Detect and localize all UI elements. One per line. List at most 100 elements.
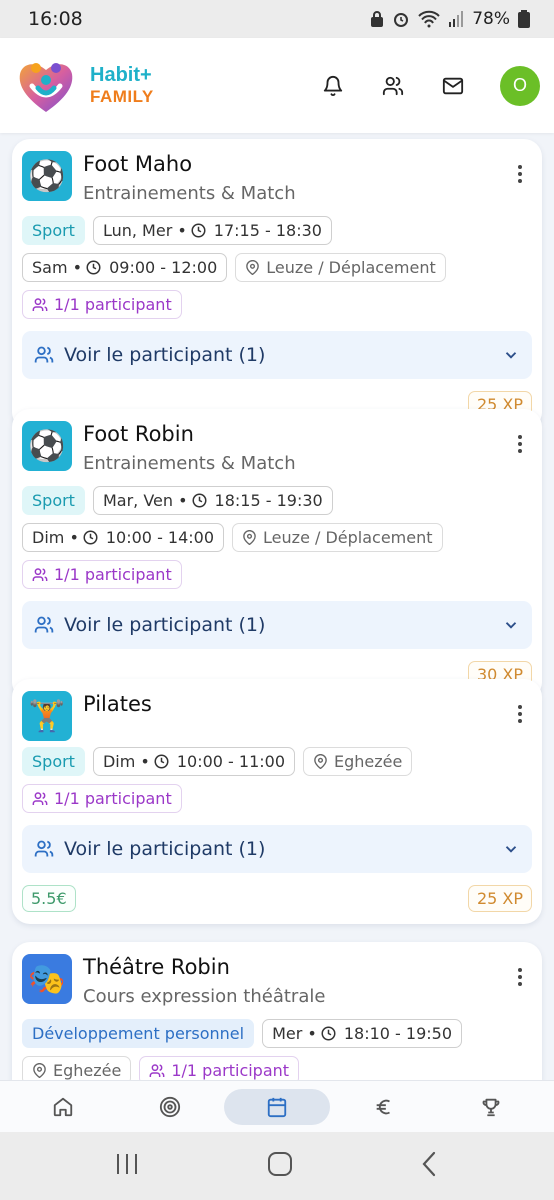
recent-apps-button[interactable] — [114, 1152, 140, 1180]
more-options-button[interactable] — [508, 429, 532, 459]
bell-icon — [323, 75, 343, 96]
bottom-navigation — [0, 1080, 554, 1132]
status-time: 16:08 — [28, 8, 83, 30]
users-icon — [32, 791, 48, 805]
nav-calendar[interactable] — [223, 1088, 330, 1125]
brand-line-1: Habit+ — [90, 64, 152, 87]
participant-count-tag: 1/1 participant — [22, 560, 182, 589]
users-icon — [382, 76, 404, 95]
messages-button[interactable] — [440, 73, 466, 99]
lock-icon — [371, 11, 384, 27]
participant-count-tag: 1/1 participant — [139, 1056, 300, 1080]
recent-apps-icon — [116, 1154, 137, 1174]
nav-home[interactable] — [10, 1089, 116, 1125]
weightlifter-icon: 🏋 — [22, 691, 72, 741]
participant-count: 1/1 participant — [54, 565, 172, 584]
schedule-days: Mer • — [272, 1024, 317, 1043]
map-pin-icon — [314, 754, 327, 769]
back-icon — [422, 1151, 436, 1177]
activity-title: Foot Maho — [83, 152, 193, 176]
signal-icon — [449, 11, 464, 27]
chevron-down-icon — [505, 622, 517, 629]
schedule-days: Mar, Ven • — [102, 491, 188, 510]
more-options-button[interactable] — [508, 962, 532, 992]
activity-title: Pilates — [83, 692, 152, 716]
activity-title: Théâtre Robin — [83, 955, 230, 979]
home-icon — [54, 1097, 73, 1116]
users-icon — [34, 840, 54, 857]
clock-icon — [321, 1026, 336, 1041]
participant-count-tag: 1/1 participant — [22, 784, 182, 813]
family-button[interactable] — [380, 73, 406, 99]
schedule-tag: Dim • 10:00 - 14:00 — [22, 523, 225, 552]
logo-heart-icon — [19, 62, 73, 112]
location-tag: Leuze / Déplacement — [232, 523, 443, 552]
more-options-button[interactable] — [508, 699, 532, 729]
battery-level: 78% — [472, 9, 510, 29]
location-tag: Eghezée — [22, 1056, 132, 1080]
schedule-tag: Sam • 09:00 - 12:00 — [22, 253, 228, 282]
users-icon — [32, 297, 48, 311]
activity-list[interactable]: ⚽ Foot Maho Entrainements & Match Sport … — [0, 133, 554, 1080]
alarm-icon — [394, 13, 409, 27]
schedule-hours: 10:00 - 11:00 — [176, 752, 285, 771]
schedule-tag: Mar, Ven • 18:15 - 19:30 — [92, 486, 333, 515]
location-tag: Leuze / Déplacement — [235, 253, 446, 282]
clock-icon — [192, 493, 207, 508]
target-icon — [160, 1096, 181, 1117]
chevron-down-icon — [505, 846, 517, 853]
user-avatar[interactable]: O — [500, 65, 540, 106]
activity-card[interactable]: ⚽ Foot Maho Entrainements & Match Sport … — [12, 139, 542, 430]
activity-title: Foot Robin — [83, 422, 194, 446]
schedule-hours: 18:15 - 19:30 — [214, 491, 323, 510]
activity-card[interactable]: 🏋 Pilates Sport Dim • 10:00 - 11:00 Eghe… — [12, 679, 542, 924]
category-tag: Sport — [22, 216, 85, 245]
participant-count: 1/1 participant — [54, 295, 172, 314]
chevron-down-icon — [505, 352, 517, 359]
notifications-button[interactable] — [320, 73, 346, 99]
clock-icon — [154, 754, 169, 769]
schedule-tag: Dim • 10:00 - 11:00 — [92, 747, 295, 776]
schedule-hours: 17:15 - 18:30 — [213, 221, 322, 240]
activity-subtitle: Entrainements & Match — [83, 453, 296, 474]
schedule-hours: 09:00 - 12:00 — [109, 258, 218, 277]
nav-goals[interactable] — [117, 1089, 223, 1125]
trophy-icon — [482, 1098, 499, 1116]
schedule-tag: Lun, Mer • 17:15 - 18:30 — [92, 216, 332, 245]
clock-icon — [86, 260, 101, 275]
schedule-days: Lun, Mer • — [102, 221, 187, 240]
participants-toggle[interactable]: Voir le participant (1) — [22, 825, 532, 873]
status-icons: 78% — [370, 9, 530, 29]
battery-icon — [518, 10, 530, 28]
activity-card[interactable]: 🎭 Théâtre Robin Cours expression théâtra… — [12, 942, 542, 1080]
nav-rewards[interactable] — [438, 1089, 544, 1125]
participants-toggle-label: Voir le participant (1) — [64, 838, 266, 860]
xp-badge: 25 XP — [467, 885, 532, 912]
schedule-days: Dim • — [102, 752, 150, 771]
app-logo[interactable] — [14, 54, 78, 118]
users-icon — [32, 567, 48, 581]
participants-toggle[interactable]: Voir le participant (1) — [22, 601, 532, 649]
nav-money[interactable] — [331, 1089, 437, 1125]
map-pin-icon — [33, 1063, 46, 1078]
home-square-icon — [267, 1152, 292, 1176]
soccer-ball-icon: ⚽ — [22, 151, 72, 201]
participant-count: 1/1 participant — [54, 789, 172, 808]
activity-card[interactable]: ⚽ Foot Robin Entrainements & Match Sport… — [12, 409, 542, 700]
home-system-button[interactable] — [267, 1151, 293, 1181]
back-button[interactable] — [420, 1151, 440, 1181]
participant-count-tag: 1/1 participant — [22, 290, 182, 319]
app-header: Habit+ FAMILY O — [0, 38, 554, 133]
participants-toggle[interactable]: Voir le participant (1) — [22, 331, 532, 379]
activity-subtitle: Entrainements & Match — [83, 183, 296, 204]
users-icon — [34, 616, 54, 633]
location-text: Leuze / Déplacement — [263, 528, 433, 547]
participants-toggle-label: Voir le participant (1) — [64, 344, 266, 366]
more-options-button[interactable] — [508, 159, 532, 189]
theater-masks-icon: 🎭 — [22, 954, 72, 1004]
money-badge: 5.5€ — [22, 885, 76, 912]
clock-icon — [83, 530, 98, 545]
participant-count: 1/1 participant — [171, 1061, 290, 1080]
location-text: Leuze / Déplacement — [266, 258, 436, 277]
schedule-hours: 18:10 - 19:50 — [343, 1024, 452, 1043]
